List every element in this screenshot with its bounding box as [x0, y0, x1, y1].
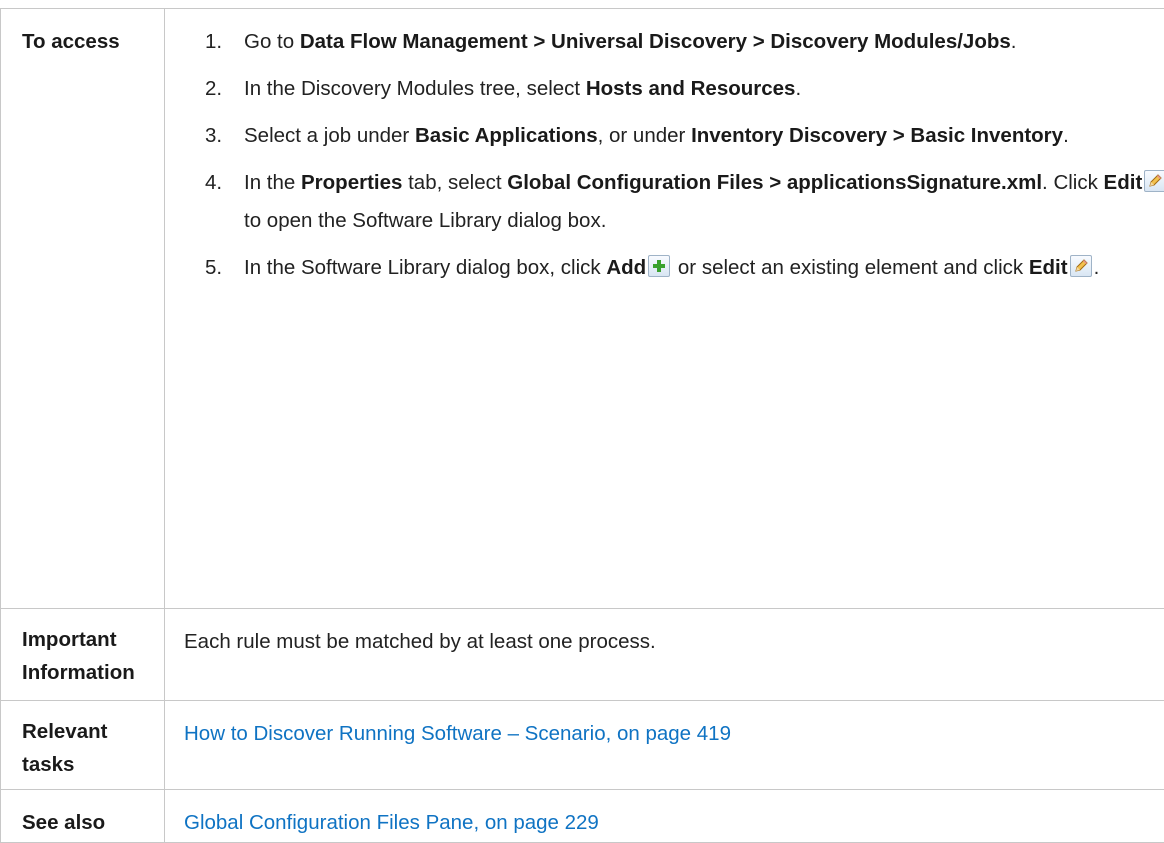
step-number: 2.	[205, 70, 244, 108]
ui-term: Edit	[1029, 256, 1068, 279]
step-text-part: to open the Software Library dialog box.	[244, 209, 606, 232]
row-see-also: See also Global Configuration Files Pane…	[1, 790, 1164, 843]
pencil-edit-icon	[1070, 255, 1092, 277]
step-text-part: .	[1094, 256, 1100, 279]
step-text: In the Properties tab, select Global Con…	[244, 164, 1164, 240]
relevant-tasks-cell: How to Discover Running Software – Scena…	[165, 701, 1164, 790]
step-text-part: .	[795, 77, 801, 100]
help-table: To access 1. Go to Data Flow Management …	[0, 8, 1164, 843]
step-number: 1.	[205, 23, 244, 61]
row-label-see-also: See also	[1, 790, 165, 843]
step-text-part: , or under	[598, 124, 691, 147]
row-label-relevant-tasks: Relevant tasks	[1, 701, 165, 790]
ui-term: Basic Applications	[415, 124, 598, 147]
row-to-access: To access 1. Go to Data Flow Management …	[1, 9, 1164, 609]
step-text: Go to Data Flow Management > Universal D…	[244, 23, 1164, 61]
row-label-important-information: Important Information	[1, 609, 165, 701]
step-3: 3. Select a job under Basic Applications…	[205, 117, 1164, 155]
step-number: 3.	[205, 117, 244, 155]
access-steps-cell: 1. Go to Data Flow Management > Universa…	[165, 9, 1164, 609]
ui-term: Properties	[301, 171, 402, 194]
menu-path: Data Flow Management > Universal Discove…	[300, 30, 1011, 53]
row-relevant-tasks: Relevant tasks How to Discover Running S…	[1, 701, 1164, 790]
step-1: 1. Go to Data Flow Management > Universa…	[205, 23, 1164, 61]
label-line: Information	[22, 656, 164, 689]
ui-term: Global Configuration Files > application…	[507, 171, 1042, 194]
step-text-part: In the	[244, 171, 301, 194]
ui-term: Hosts and Resources	[586, 77, 796, 100]
step-text: In the Software Library dialog box, clic…	[244, 249, 1164, 287]
ui-term: Inventory Discovery > Basic Inventory	[691, 124, 1063, 147]
step-text: In the Discovery Modules tree, select Ho…	[244, 70, 1164, 108]
see-also-cell: Global Configuration Files Pane, on page…	[165, 790, 1164, 843]
step-text-part: Go to	[244, 30, 300, 53]
row-label-to-access: To access	[1, 9, 165, 609]
relevant-task-link[interactable]: How to Discover Running Software – Scena…	[184, 722, 731, 745]
step-text-part: .	[1011, 30, 1017, 53]
important-info-text: Each rule must be matched by at least on…	[165, 609, 1164, 701]
label-line: tasks	[22, 748, 164, 781]
step-2: 2. In the Discovery Modules tree, select…	[205, 70, 1164, 108]
step-text-part: Select a job under	[244, 124, 415, 147]
step-text-part: or select an existing element and click	[672, 256, 1029, 279]
step-text-part: . Click	[1042, 171, 1104, 194]
step-text-part: .	[1063, 124, 1069, 147]
see-also-link[interactable]: Global Configuration Files Pane, on page…	[184, 811, 599, 834]
pencil-edit-icon	[1144, 170, 1164, 192]
step-text: Select a job under Basic Applications, o…	[244, 117, 1164, 155]
step-number: 5.	[205, 249, 244, 287]
label-line: Relevant	[22, 715, 164, 748]
step-text-part: In the Software Library dialog box, clic…	[244, 256, 606, 279]
step-5: 5. In the Software Library dialog box, c…	[205, 249, 1164, 287]
step-4: 4. In the Properties tab, select Global …	[205, 164, 1164, 240]
green-plus-add-icon	[648, 255, 670, 277]
row-important-information: Important Information Each rule must be …	[1, 609, 1164, 701]
step-number: 4.	[205, 164, 244, 240]
ui-term: Add	[606, 256, 646, 279]
label-line: Important	[22, 623, 164, 656]
step-text-part: tab, select	[402, 171, 507, 194]
step-text-part: In the Discovery Modules tree, select	[244, 77, 586, 100]
ui-term: Edit	[1104, 171, 1143, 194]
steps-list: 1. Go to Data Flow Management > Universa…	[184, 23, 1164, 287]
